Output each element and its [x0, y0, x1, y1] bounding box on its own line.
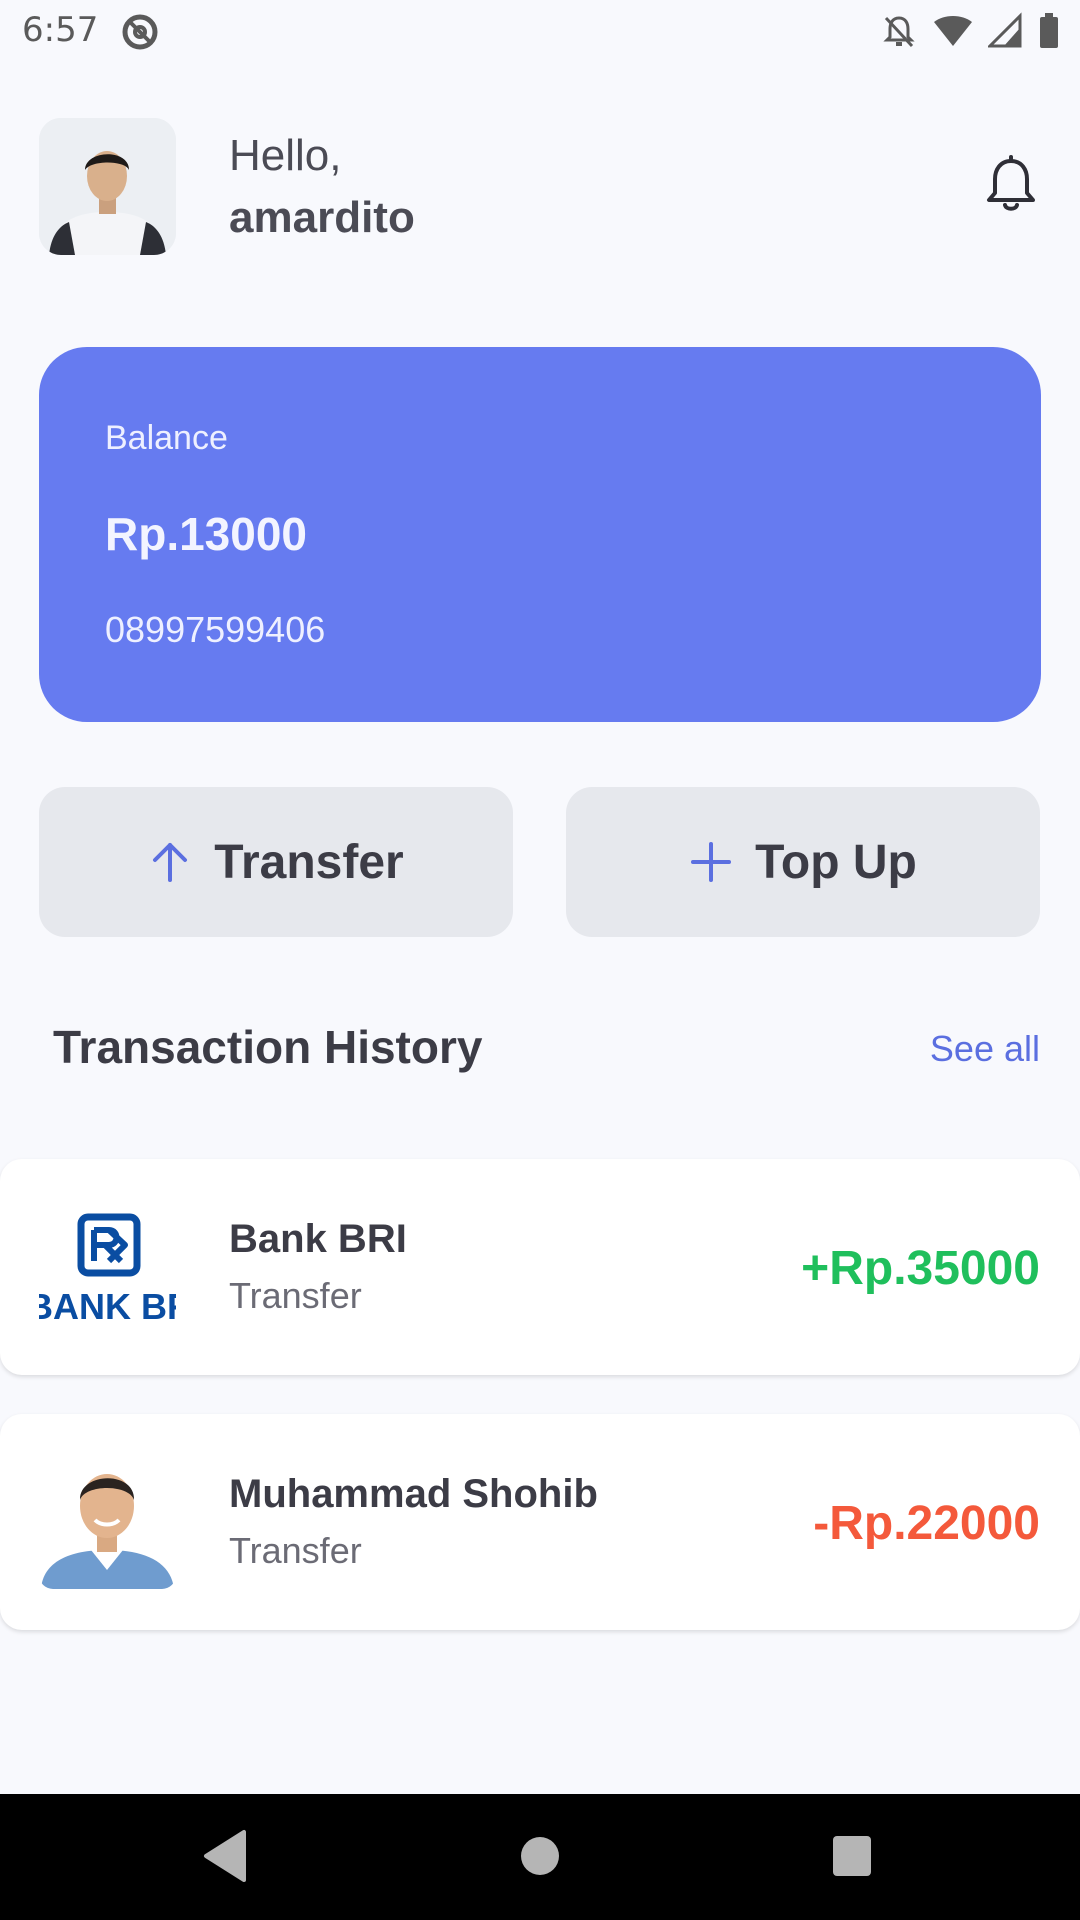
transaction-history-title: Transaction History	[53, 1021, 483, 1073]
svg-text:BANK BRI: BANK BRI	[39, 1286, 176, 1327]
balance-label: Balance	[105, 419, 228, 457]
transaction-item[interactable]: BANK BRI Bank BRI Transfer +Rp.35000	[0, 1159, 1080, 1375]
status-bar: 6:57	[0, 0, 1080, 64]
transaction-amount: -Rp.22000	[813, 1497, 1040, 1550]
bell-off-icon	[883, 16, 915, 48]
transaction-name: Muhammad Shohib	[229, 1472, 598, 1516]
balance-amount: Rp.13000	[105, 508, 308, 560]
transaction-item[interactable]: Muhammad Shohib Transfer -Rp.22000	[0, 1414, 1080, 1630]
status-time: 6:57	[22, 10, 99, 50]
home-screen: 6:57 Hello, amardito Balance Rp.13000 08…	[0, 0, 1080, 1920]
back-icon[interactable]	[200, 1828, 250, 1884]
at-sign-icon	[122, 14, 158, 50]
battery-icon	[1040, 13, 1058, 48]
arrow-up-icon	[153, 843, 188, 882]
transaction-amount: +Rp.35000	[801, 1242, 1040, 1295]
transaction-name: Bank BRI	[229, 1217, 407, 1261]
top-up-button[interactable]: Top Up	[566, 787, 1040, 937]
system-nav-bar	[0, 1794, 1080, 1920]
status-icons	[880, 12, 1060, 50]
signal-icon	[988, 12, 1022, 48]
transfer-label: Transfer	[214, 835, 404, 889]
balance-card: Balance Rp.13000 08997599406	[39, 347, 1041, 722]
user-avatar[interactable]	[39, 118, 176, 255]
recents-icon[interactable]	[830, 1828, 874, 1884]
see-all-link[interactable]: See all	[930, 1028, 1040, 1070]
avatar-photo	[39, 118, 176, 255]
greeting-text: Hello,	[229, 131, 342, 180]
transaction-type: Transfer	[229, 1530, 362, 1571]
transaction-type: Transfer	[229, 1275, 362, 1316]
wifi-icon	[934, 16, 972, 46]
top-up-label: Top Up	[755, 835, 917, 889]
username: amardito	[229, 193, 415, 242]
plus-icon	[691, 842, 732, 882]
bank-bri-logo: BANK BRI	[39, 1197, 176, 1334]
user-photo	[39, 1452, 176, 1589]
account-phone: 08997599406	[105, 609, 326, 650]
bell-icon[interactable]	[980, 155, 1042, 217]
greeting-block: Hello, amardito	[229, 128, 415, 246]
home-icon[interactable]	[518, 1828, 562, 1884]
transfer-button[interactable]: Transfer	[39, 787, 513, 937]
